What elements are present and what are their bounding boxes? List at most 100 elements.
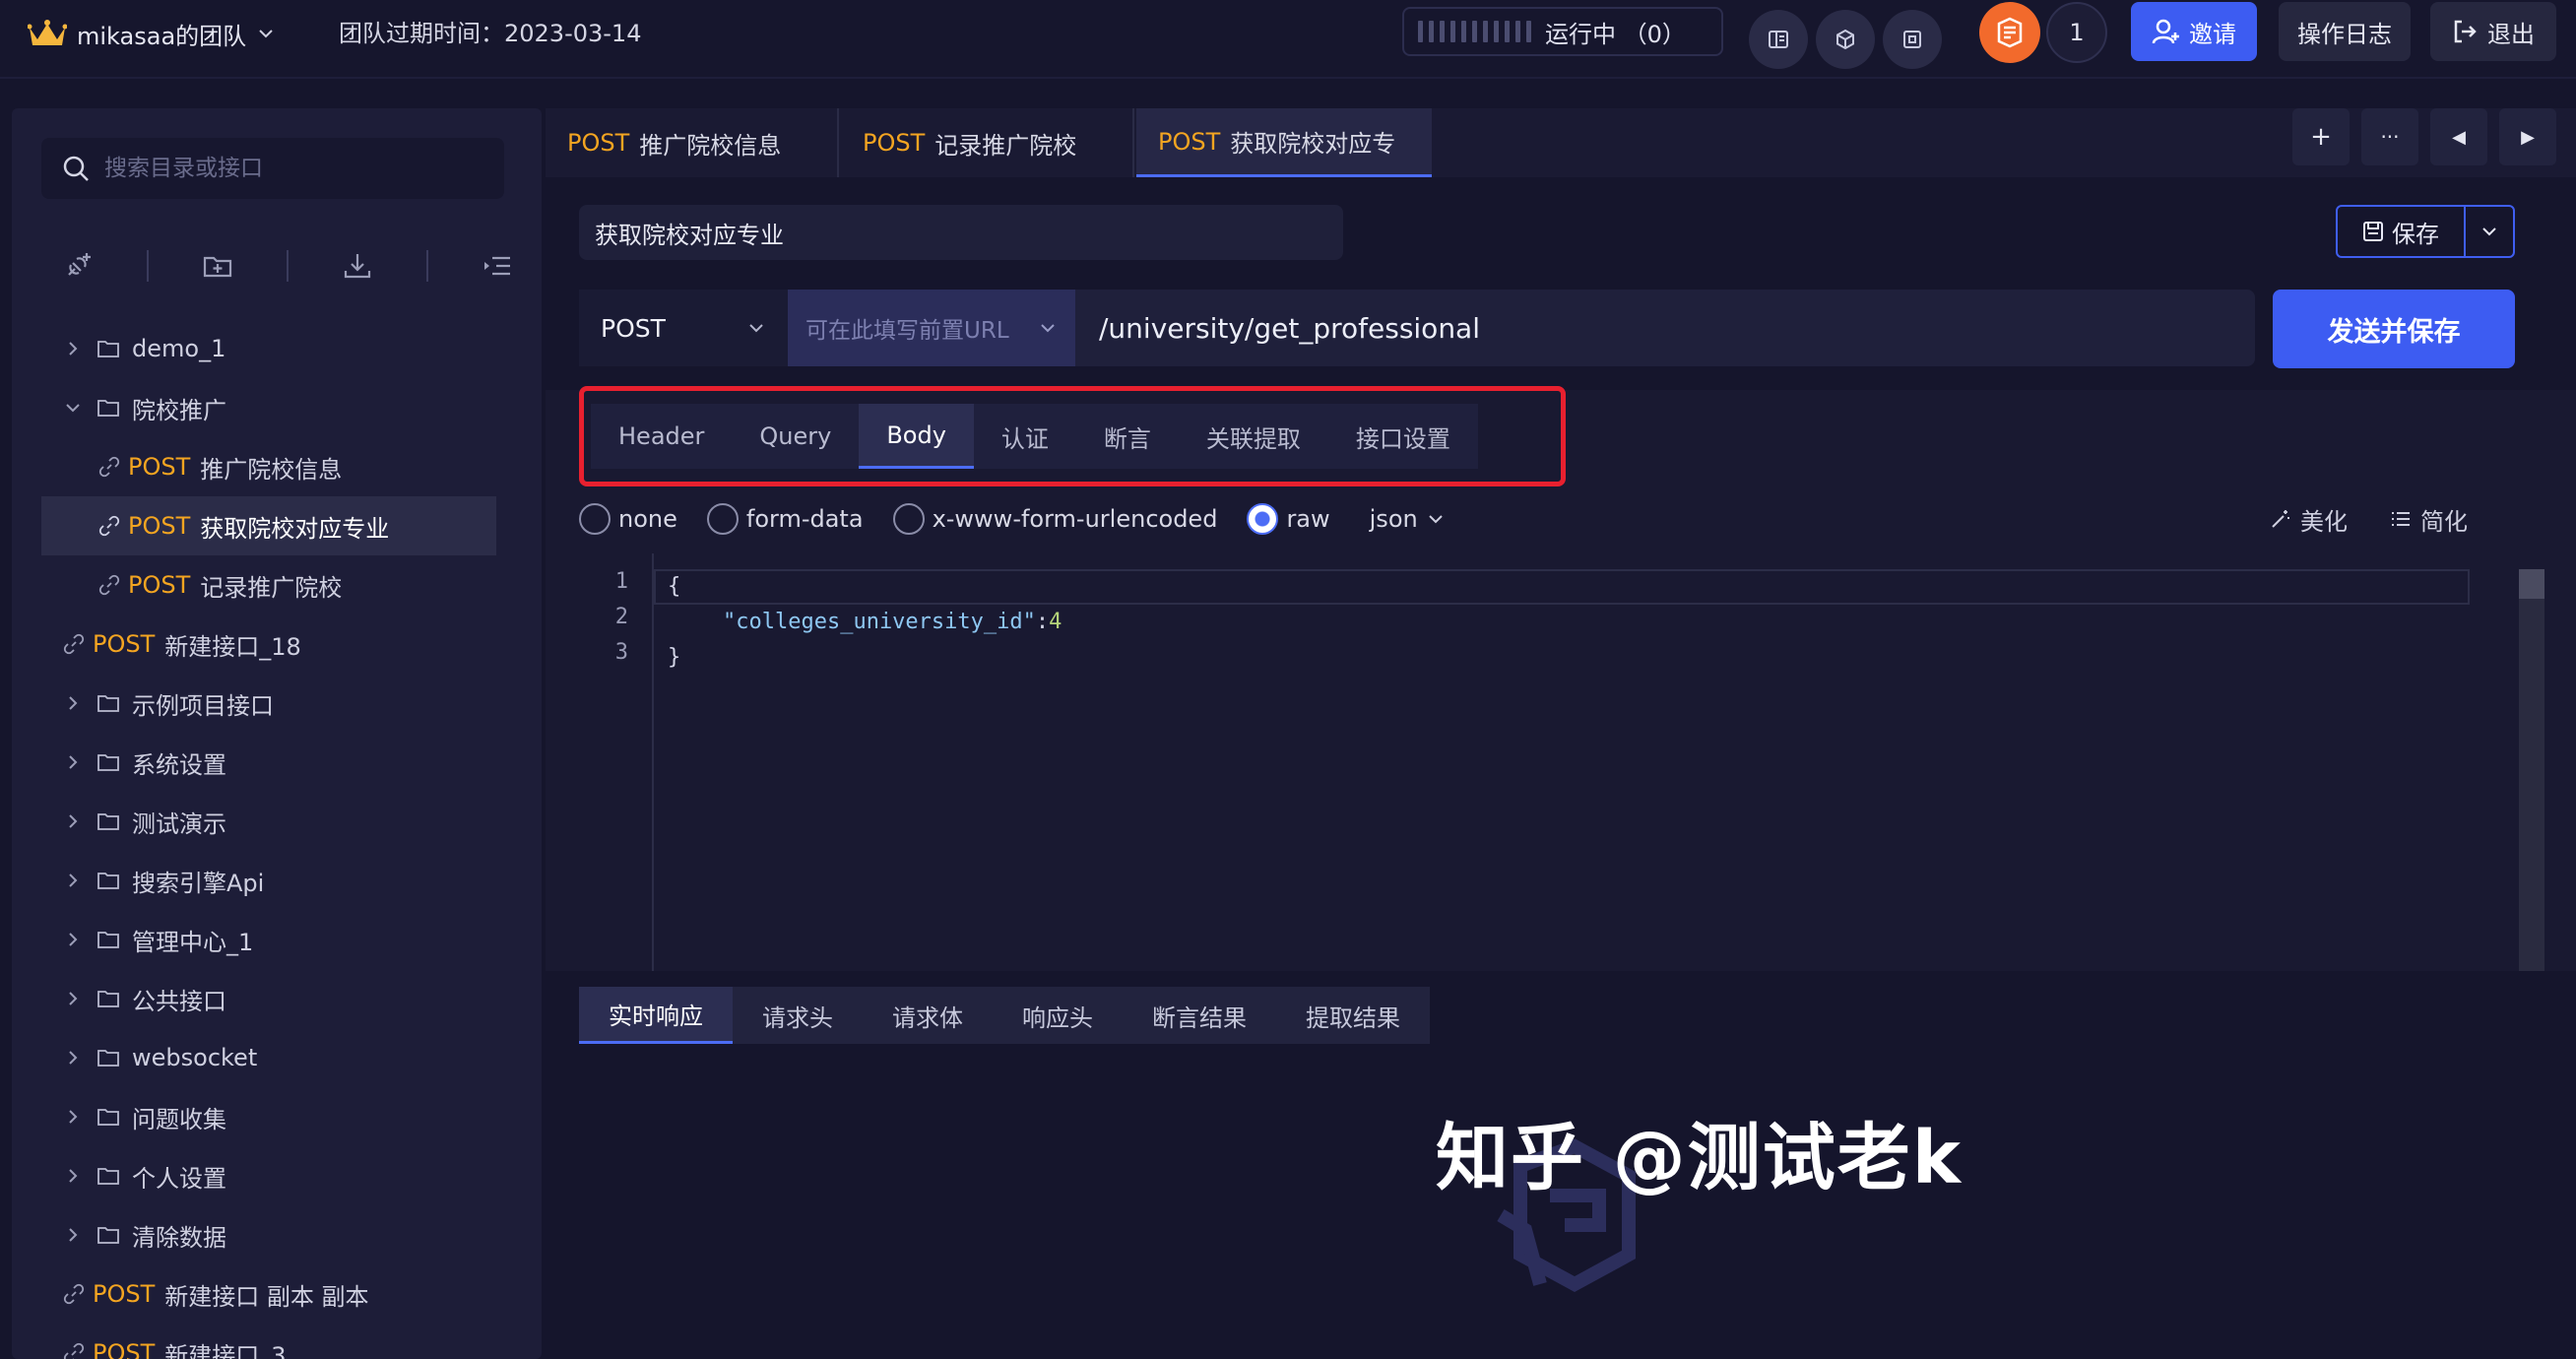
cube-button[interactable] (1816, 10, 1875, 69)
tab-request-body[interactable]: 请求体 (863, 987, 993, 1044)
panel-toggle-button[interactable] (1749, 10, 1808, 69)
magic-wand-icon (2272, 510, 2289, 528)
chevron-right-icon[interactable] (63, 989, 83, 1008)
tab-method: POST (567, 129, 630, 157)
tab-request-headers[interactable]: 请求头 (733, 987, 863, 1044)
search-box[interactable] (41, 138, 504, 199)
tree-item-label: 记录推广院校 (200, 573, 343, 602)
tab-item[interactable]: POST 推广院校信息 (546, 108, 839, 177)
tab-assertion-results[interactable]: 断言结果 (1123, 987, 1276, 1044)
chevron-right-icon[interactable] (63, 693, 83, 713)
tree-api-item[interactable]: POST 推广院校信息 (12, 437, 542, 496)
link-icon (98, 574, 120, 596)
radio-form-data[interactable]: form-data (706, 503, 864, 535)
watermark: 知乎 @测试老k (1436, 1116, 1963, 1200)
link-icon (63, 1342, 85, 1359)
logout-button[interactable]: 退出 (2430, 2, 2556, 61)
tree-api-item-selected[interactable]: POST 获取院校对应专业 (41, 496, 496, 555)
tree-folder-demo_1[interactable]: demo_1 (12, 319, 542, 378)
chevron-right-icon[interactable] (63, 1107, 83, 1127)
next-tab-button[interactable]: ▶ (2499, 108, 2556, 165)
tree-folder-school-promo[interactable]: 院校推广 (12, 378, 542, 437)
scrollbar-thumb[interactable] (2519, 569, 2544, 599)
tab-label: 获取院校对应专 (1230, 130, 1396, 158)
tab-extract-results[interactable]: 提取结果 (1276, 987, 1430, 1044)
toolbar-divider (147, 250, 149, 282)
radio-none[interactable]: none (579, 503, 677, 535)
chevron-right-icon[interactable] (63, 339, 83, 358)
tab-item[interactable]: POST 记录推广院校 (841, 108, 1134, 177)
response-tabs: 实时响应 请求头 请求体 响应头 断言结果 提取结果 (579, 987, 1430, 1044)
radio-button[interactable] (892, 503, 925, 535)
chevron-right-icon[interactable] (63, 752, 83, 772)
code-line: } (668, 640, 680, 676)
screen-button[interactable] (1883, 10, 1942, 69)
method-select[interactable]: POST (579, 290, 788, 366)
user-avatar[interactable] (1979, 2, 2040, 63)
beautify-button[interactable]: 美化 (2269, 496, 2348, 542)
save-options-dropdown[interactable] (2466, 207, 2513, 256)
simplify-button[interactable]: 简化 (2389, 496, 2468, 542)
code-content[interactable]: { "colleges_university_id":4 } (668, 553, 2470, 971)
editor-scrollbar[interactable] (2519, 569, 2544, 971)
send-and-save-button[interactable]: 发送并保存 (2273, 290, 2515, 368)
operation-log-button[interactable]: 操作日志 (2279, 2, 2411, 61)
new-folder-icon[interactable] (201, 249, 234, 283)
tree-folder[interactable]: 问题收集 (12, 1087, 542, 1146)
tree-item-label: 推广院校信息 (200, 455, 343, 484)
chevron-right-icon[interactable] (63, 1225, 83, 1245)
tree-folder[interactable]: 公共接口 (12, 969, 542, 1028)
import-icon[interactable] (341, 249, 374, 283)
online-count[interactable]: 1 (2046, 2, 2107, 63)
tab-item-active[interactable]: POST 获取院校对应专 (1136, 108, 1432, 177)
tree-folder[interactable]: 搜索引擎Api (12, 851, 542, 910)
raw-format-select[interactable]: json (1370, 505, 1446, 533)
tree-api-item[interactable]: POST 新建接口_3 (12, 1324, 542, 1359)
prev-tab-button[interactable]: ◀ (2430, 108, 2487, 165)
more-tabs-button[interactable]: ··· (2361, 108, 2418, 165)
tree-folder[interactable]: websocket (12, 1028, 542, 1087)
save-button[interactable]: 保存 (2338, 207, 2466, 256)
chevron-right-icon[interactable] (63, 871, 83, 890)
run-status[interactable]: 运行中 （0） (1402, 7, 1723, 56)
radio-raw[interactable]: raw (1247, 503, 1330, 535)
tree-folder[interactable]: 系统设置 (12, 733, 542, 792)
tree-api-item[interactable]: POST 记录推广院校 (12, 555, 542, 615)
invite-button[interactable]: 邀请 (2131, 2, 2257, 61)
add-tab-button[interactable]: + (2292, 108, 2350, 165)
new-api-icon[interactable] (61, 249, 95, 283)
search-input[interactable] (104, 156, 498, 181)
radio-urlencoded[interactable]: x-www-form-urlencoded (892, 503, 1217, 535)
chevron-down-icon[interactable] (63, 398, 83, 418)
radio-button-checked[interactable] (1247, 503, 1279, 535)
panel-icon (1769, 31, 1788, 48)
chevron-right-icon[interactable] (63, 811, 83, 831)
line-number: 2 (614, 605, 628, 629)
tree-folder[interactable]: 清除数据 (12, 1205, 542, 1264)
chevron-right-icon[interactable] (63, 930, 83, 949)
toolbar-divider (426, 250, 428, 282)
tree-api-item[interactable]: POST 新建接口 副本 副本 (12, 1264, 542, 1324)
radio-button[interactable] (579, 503, 611, 535)
code-editor[interactable]: 1 2 3 { "colleges_university_id":4 } (579, 553, 2544, 971)
api-name-input[interactable]: 获取院校对应专业 (579, 205, 1343, 260)
radio-button[interactable] (706, 503, 739, 535)
tab-live-response[interactable]: 实时响应 (579, 987, 733, 1044)
tree-api-item[interactable]: POST 新建接口_18 (12, 615, 542, 674)
json-key: "colleges_university_id" (723, 610, 1036, 634)
url-prefix-select[interactable]: 可在此填写前置URL (788, 290, 1075, 366)
url-path-input[interactable]: /university/get_professional (1075, 312, 1480, 345)
tree-folder[interactable]: 测试演示 (12, 792, 542, 851)
chevron-right-icon[interactable] (63, 1166, 83, 1186)
chevron-right-icon[interactable] (63, 1048, 83, 1068)
team-switcher[interactable]: mikasaa的团队 (27, 14, 276, 53)
team-name: mikasaa的团队 (77, 22, 247, 50)
tree-folder[interactable]: 个人设置 (12, 1146, 542, 1205)
tree-item-label: 新建接口_18 (164, 632, 301, 661)
collapse-list-icon[interactable] (481, 249, 514, 283)
body-mode-radios: none form-data x-www-form-urlencoded raw… (579, 496, 1446, 542)
tab-response-headers[interactable]: 响应头 (993, 987, 1123, 1044)
cube-icon (1836, 29, 1854, 50)
tree-folder[interactable]: 管理中心_1 (12, 910, 542, 969)
tree-folder[interactable]: 示例项目接口 (12, 674, 542, 733)
